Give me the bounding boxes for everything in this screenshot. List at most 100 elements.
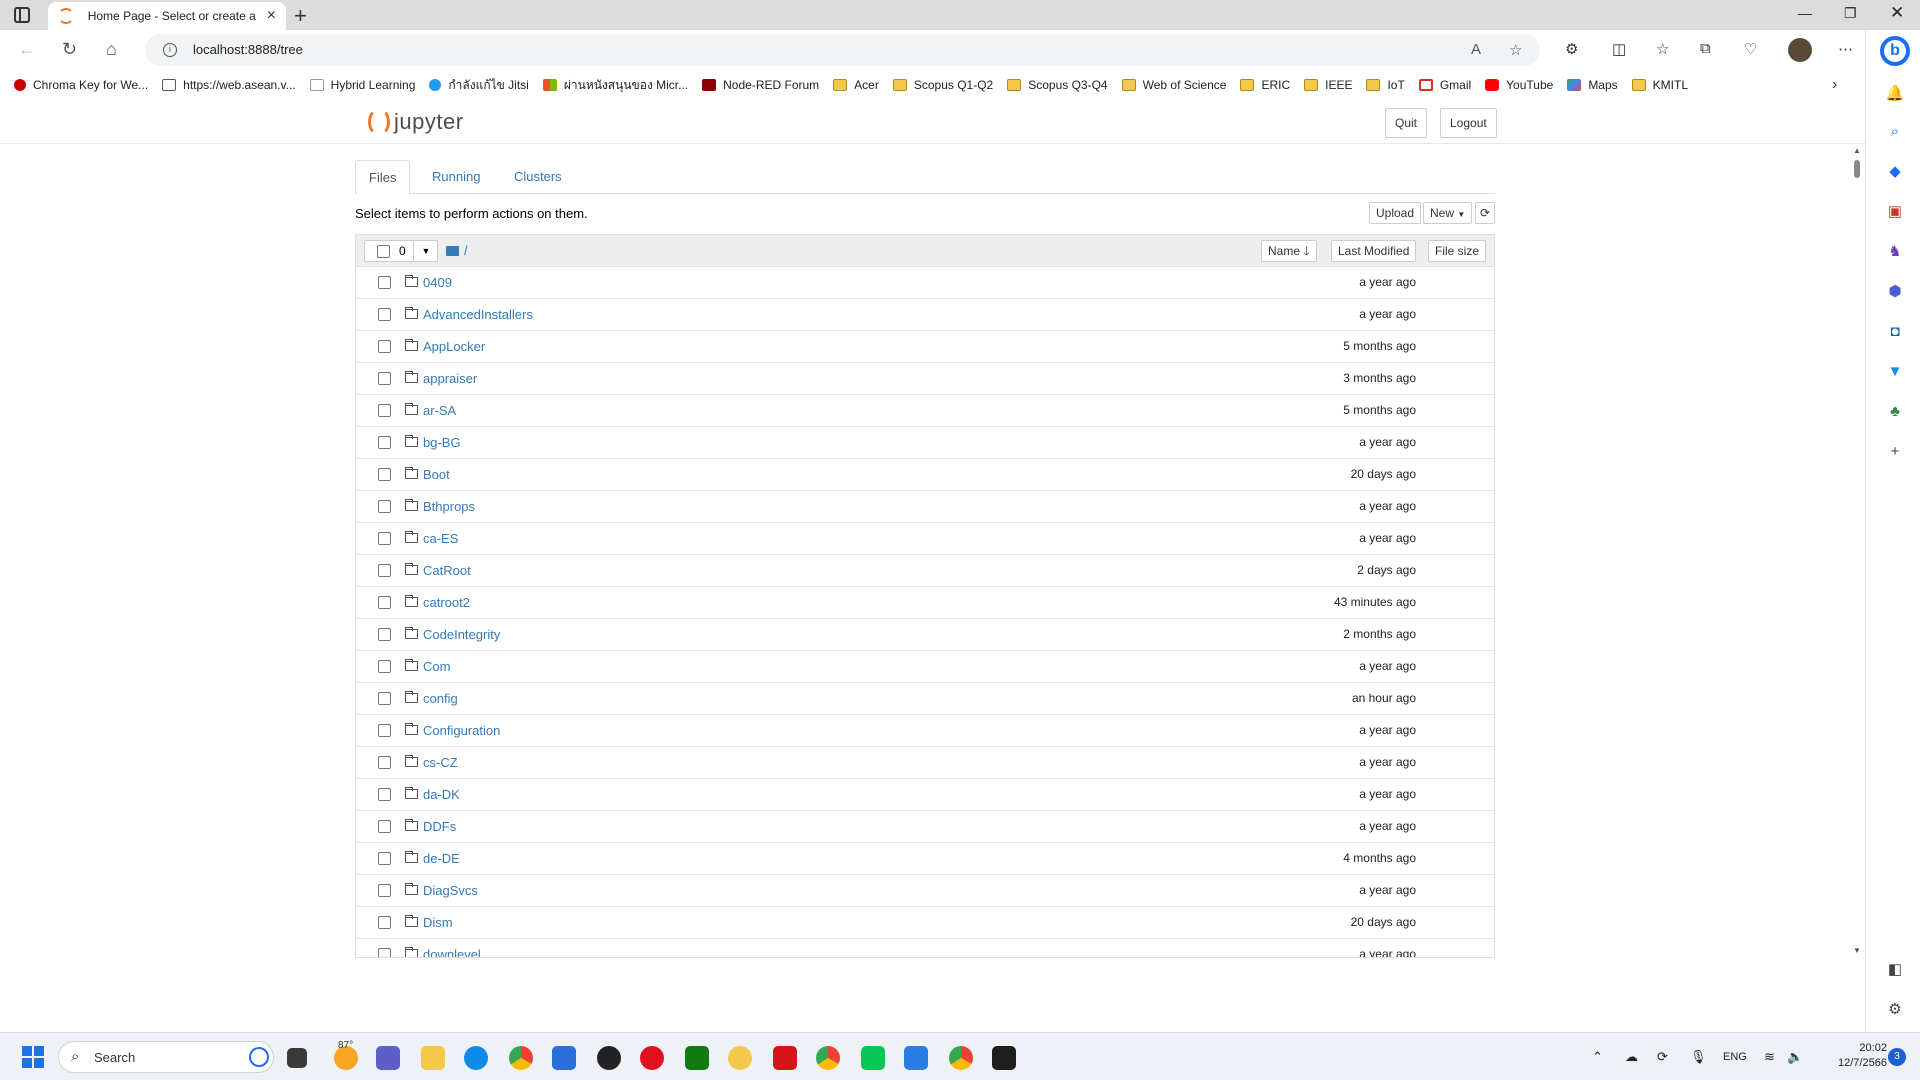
windows-start-icon[interactable]: [22, 1046, 44, 1068]
row-checkbox[interactable]: [378, 340, 391, 353]
dell-icon[interactable]: [597, 1046, 621, 1070]
table-row[interactable]: ca-ES a year ago: [356, 523, 1494, 555]
microsoft-365-icon[interactable]: ⬢: [1885, 282, 1905, 302]
search-icon[interactable]: ⌕: [1885, 122, 1905, 142]
site-info-icon[interactable]: i: [163, 43, 177, 57]
new-dropdown-button[interactable]: New ▼: [1423, 202, 1473, 224]
refresh-list-button[interactable]: ⟳: [1475, 202, 1495, 224]
table-row[interactable]: Dism 20 days ago: [356, 907, 1494, 939]
upload-button[interactable]: Upload: [1369, 202, 1422, 224]
jupyter-logo[interactable]: jupyter: [368, 108, 464, 136]
table-row[interactable]: catroot2 43 minutes ago: [356, 587, 1494, 619]
sticky-chat-icon[interactable]: [728, 1046, 752, 1070]
row-checkbox[interactable]: [378, 596, 391, 609]
row-checkbox[interactable]: [378, 532, 391, 545]
tab-clusters[interactable]: Clusters: [501, 160, 575, 194]
taskbar-search[interactable]: ⌕ Search: [58, 1041, 274, 1073]
volume-icon[interactable]: 🔈: [1787, 1049, 1803, 1065]
item-name-link[interactable]: ar-SA: [423, 403, 456, 418]
item-name-link[interactable]: CodeIntegrity: [423, 627, 500, 642]
item-name-link[interactable]: Configuration: [423, 723, 500, 738]
table-row[interactable]: downlevel a year ago: [356, 939, 1494, 957]
table-row[interactable]: bg-BG a year ago: [356, 427, 1494, 459]
row-checkbox[interactable]: [378, 372, 391, 385]
bookmark-item[interactable]: ผ่านหนังสนุนของ Micr...: [542, 76, 688, 95]
item-name-link[interactable]: AppLocker: [423, 339, 485, 354]
item-name-link[interactable]: Com: [423, 659, 450, 674]
quit-button[interactable]: Quit: [1385, 108, 1428, 138]
shopping-tag-icon[interactable]: ◆: [1885, 162, 1905, 182]
row-checkbox[interactable]: [378, 404, 391, 417]
collections-icon[interactable]: ⧉: [1700, 40, 1711, 57]
row-checkbox[interactable]: [378, 820, 391, 833]
sync-icon[interactable]: ⟳: [1657, 1049, 1668, 1065]
bookmark-item[interactable]: YouTube: [1485, 78, 1553, 92]
refresh-icon[interactable]: ↻: [62, 39, 77, 60]
settings-gear-icon[interactable]: ⚙: [1885, 1000, 1905, 1020]
table-row[interactable]: AppLocker 5 months ago: [356, 331, 1494, 363]
row-checkbox[interactable]: [378, 500, 391, 513]
item-name-link[interactable]: bg-BG: [423, 435, 461, 450]
minimize-icon[interactable]: —: [1798, 5, 1812, 21]
select-menu-caret-icon[interactable]: ▼: [413, 241, 438, 261]
close-window-icon[interactable]: ✕: [1890, 3, 1904, 23]
new-tab-icon[interactable]: +: [294, 3, 307, 29]
microphone-icon[interactable]: 🎙: [1690, 1049, 1707, 1065]
chrome-icon[interactable]: [509, 1046, 533, 1070]
row-checkbox[interactable]: [378, 884, 391, 897]
notepad-icon[interactable]: [904, 1046, 928, 1070]
bookmark-item[interactable]: กำลังแก้ไข Jitsi: [429, 76, 529, 95]
row-checkbox[interactable]: [378, 308, 391, 321]
scroll-up-icon[interactable]: ▲: [1853, 146, 1861, 155]
item-name-link[interactable]: AdvancedInstallers: [423, 307, 533, 322]
chrome-second-icon[interactable]: [949, 1046, 973, 1070]
line-icon[interactable]: [861, 1046, 885, 1070]
tools-icon[interactable]: ▣: [1885, 202, 1905, 222]
item-name-link[interactable]: da-DK: [423, 787, 460, 802]
bookmark-folder[interactable]: Scopus Q1-Q2: [892, 78, 993, 92]
row-checkbox[interactable]: [378, 756, 391, 769]
task-view-icon[interactable]: [287, 1048, 307, 1068]
opera-icon[interactable]: [640, 1046, 664, 1070]
tab-files[interactable]: Files: [355, 160, 411, 195]
item-name-link[interactable]: Bthprops: [423, 499, 475, 514]
scroll-down-icon[interactable]: ▼: [1853, 946, 1861, 955]
table-row[interactable]: cs-CZ a year ago: [356, 747, 1494, 779]
bookmark-folder[interactable]: Scopus Q3-Q4: [1007, 78, 1108, 92]
file-explorer-icon[interactable]: [421, 1046, 445, 1070]
hide-sidebar-icon[interactable]: ◧: [1885, 960, 1905, 980]
close-tab-icon[interactable]: ×: [267, 7, 276, 25]
sort-by-name-button[interactable]: Name 🡓: [1261, 240, 1317, 262]
language-indicator[interactable]: ENG: [1723, 1051, 1747, 1063]
games-icon[interactable]: ♞: [1885, 242, 1905, 262]
sort-by-modified-button[interactable]: Last Modified: [1331, 240, 1417, 262]
tab-actions-icon[interactable]: [14, 7, 30, 23]
select-all-control[interactable]: 0 ▼: [364, 240, 438, 262]
copilot-icon[interactable]: b: [1880, 36, 1910, 66]
bookmark-folder[interactable]: IoT: [1366, 78, 1405, 92]
page-scrollbar[interactable]: ▲ ▼: [1851, 100, 1863, 955]
item-name-link[interactable]: de-DE: [423, 851, 460, 866]
item-name-link[interactable]: downlevel: [423, 947, 481, 957]
table-row[interactable]: de-DE 4 months ago: [356, 843, 1494, 875]
chevron-up-icon[interactable]: ⌃: [1592, 1049, 1603, 1065]
chevron-right-icon[interactable]: ›: [1832, 76, 1837, 94]
breadcrumb-root[interactable]: /: [464, 243, 468, 258]
favorites-icon[interactable]: ☆: [1656, 40, 1669, 58]
item-name-link[interactable]: CatRoot: [423, 563, 471, 578]
item-name-link[interactable]: ca-ES: [423, 531, 458, 546]
bookmark-folder[interactable]: ERIC: [1240, 78, 1290, 92]
row-checkbox[interactable]: [378, 788, 391, 801]
row-checkbox[interactable]: [378, 916, 391, 929]
table-row[interactable]: Bthprops a year ago: [356, 491, 1494, 523]
chrome-profile-icon[interactable]: [816, 1046, 840, 1070]
bookmark-item[interactable]: Maps: [1567, 78, 1618, 92]
item-name-link[interactable]: appraiser: [423, 371, 477, 386]
teams-icon[interactable]: [376, 1046, 400, 1070]
table-row[interactable]: DiagSvcs a year ago: [356, 875, 1494, 907]
row-checkbox[interactable]: [378, 276, 391, 289]
table-row[interactable]: Configuration a year ago: [356, 715, 1494, 747]
tree-icon[interactable]: ♣: [1885, 402, 1905, 422]
terminal-icon[interactable]: [992, 1046, 1016, 1070]
extensions-icon[interactable]: ⚙: [1565, 40, 1578, 58]
